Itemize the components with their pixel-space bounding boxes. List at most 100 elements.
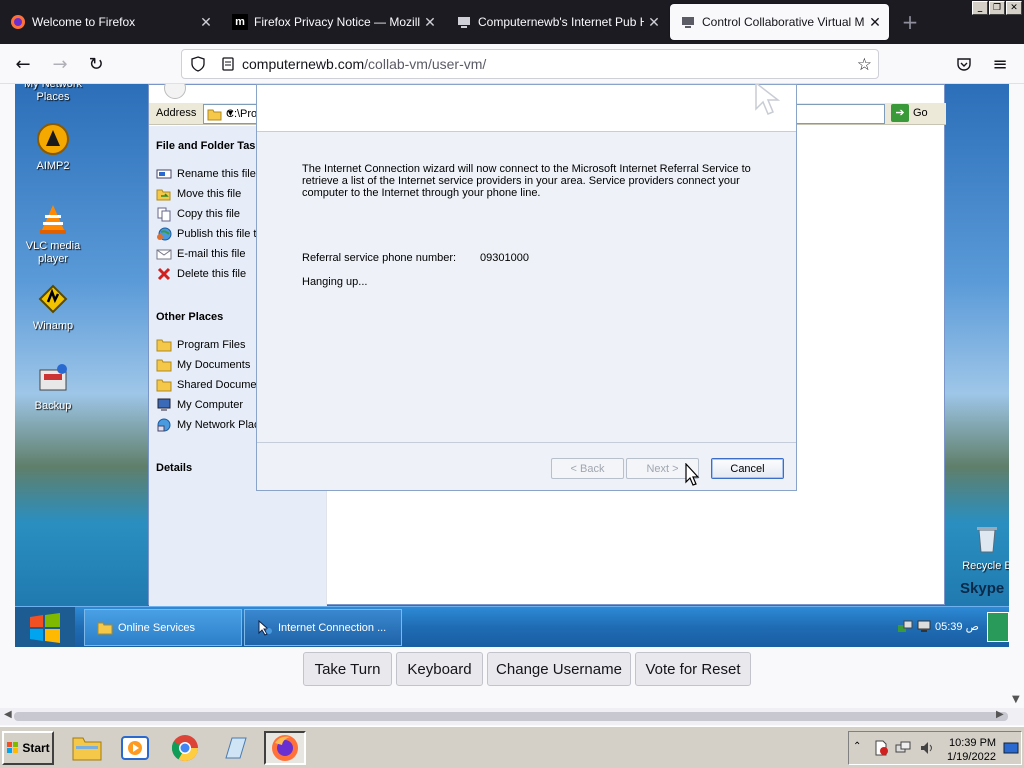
show-hidden-icons-icon[interactable]: ⌃ <box>853 741 861 752</box>
show-desktop-icon[interactable] <box>1003 740 1019 756</box>
url-host: computernewb.com <box>242 56 365 72</box>
host-clock-date: 1/19/2022 <box>947 751 996 763</box>
back-arrow-icon[interactable]: ← <box>11 52 35 76</box>
restore-button[interactable]: ❐ <box>989 1 1005 15</box>
scroll-right-arrow-icon[interactable]: ▶ <box>996 709 1004 720</box>
display-tray-icon[interactable] <box>917 619 931 633</box>
close-icon[interactable]: ✕ <box>644 14 664 31</box>
scroll-down-arrow-icon[interactable]: ▼ <box>1012 694 1020 705</box>
bookmark-star-icon[interactable]: ☆ <box>857 55 872 75</box>
desktop-icon-vlc[interactable]: VLC media player <box>15 202 91 266</box>
url-bar[interactable]: computernewb.com/collab-vm/user-vm/ ☆ <box>181 49 879 79</box>
shield-icon[interactable] <box>190 56 206 72</box>
vm-screen[interactable]: My Network Places AIMP2 VLC media player… <box>15 84 1009 647</box>
close-icon[interactable]: ✕ <box>196 14 216 31</box>
close-icon[interactable]: ✕ <box>865 14 885 31</box>
dialog-separator <box>257 442 796 443</box>
forward-arrow-icon[interactable]: → <box>48 52 72 76</box>
pocket-icon[interactable] <box>952 52 976 76</box>
folder-icon <box>156 379 172 392</box>
notepad-icon[interactable] <box>214 731 256 765</box>
aimp-icon <box>37 123 69 155</box>
move-icon <box>156 189 171 201</box>
task-rename-file[interactable]: Rename this file <box>156 166 256 182</box>
firefox-icon <box>10 14 26 30</box>
tab-title: Control Collaborative Virtual Machi <box>702 15 865 29</box>
copy-icon <box>157 207 171 222</box>
media-player-icon[interactable] <box>114 731 156 765</box>
place-my-computer[interactable]: My Computer <box>156 397 243 413</box>
chevron-down-icon[interactable]: ▼ <box>226 108 235 118</box>
host-taskbar: Start ⌃ 10:39 PM 1/19/2022 <box>0 726 1024 768</box>
desktop-icon-backup[interactable]: Backup <box>15 362 91 413</box>
go-arrow-icon: ➔ <box>891 104 909 122</box>
rename-icon <box>156 169 172 179</box>
recycle-bin-icon <box>977 527 997 553</box>
menu-icon[interactable]: ≡ <box>988 52 1012 76</box>
desktop-icon-label: VLC media player <box>25 240 81 265</box>
new-tab-button[interactable]: + <box>898 12 922 32</box>
desktop-icon-aimp2[interactable]: AIMP2 <box>15 122 91 173</box>
minimize-button[interactable]: _ <box>972 1 988 15</box>
windows-logo-icon <box>30 612 60 643</box>
firefox-taskbar-icon[interactable] <box>264 731 306 765</box>
place-my-network-places[interactable]: My Network Plac <box>156 417 260 433</box>
go-button[interactable]: ➔ Go <box>891 104 928 122</box>
task-publish-file[interactable]: Publish this file t <box>156 226 256 242</box>
take-turn-button[interactable]: Take Turn <box>303 652 392 686</box>
page-info-icon[interactable] <box>220 56 236 72</box>
scrollbar-thumb[interactable] <box>14 712 1008 721</box>
back-nav-icon[interactable] <box>164 84 186 99</box>
close-icon[interactable]: ✕ <box>420 14 440 31</box>
skype-icon[interactable]: Skype <box>960 580 1004 597</box>
task-delete-file[interactable]: Delete this file <box>156 266 246 282</box>
desktop-icon-recycle-bin[interactable]: Recycle B <box>949 522 1009 573</box>
place-my-documents[interactable]: My Documents <box>156 357 250 373</box>
task-move-file[interactable]: Move this file <box>156 186 241 202</box>
change-username-button[interactable]: Change Username <box>487 652 631 686</box>
phone-number-label: Referral service phone number: <box>302 252 457 264</box>
url-path: /collab-vm/user-vm/ <box>364 56 487 72</box>
desktop-icon-network-places[interactable]: My Network Places <box>15 84 91 104</box>
tab-collab-vm[interactable]: Control Collaborative Virtual Machi ✕ <box>670 4 889 40</box>
close-button[interactable]: ✕ <box>1006 1 1022 15</box>
place-program-files[interactable]: Program Files <box>156 337 245 353</box>
system-tray: ⌃ 10:39 PM 1/19/2022 <box>848 731 1022 765</box>
vm-task-online-services[interactable]: Online Services <box>84 609 242 646</box>
vote-for-reset-button[interactable]: Vote for Reset <box>635 652 751 686</box>
vm-start-button[interactable] <box>15 607 75 647</box>
back-button[interactable]: < Back <box>551 458 624 479</box>
task-email-file[interactable]: E-mail this file <box>156 246 245 262</box>
user-avatar-icon[interactable] <box>987 612 1009 642</box>
network-icon[interactable] <box>895 740 911 756</box>
cancel-button[interactable]: Cancel <box>711 458 784 479</box>
start-button[interactable]: Start <box>2 731 54 765</box>
computer-icon <box>157 398 171 411</box>
horizontal-scrollbar[interactable]: ◀ ▶ <box>0 708 1024 725</box>
tab-welcome-firefox[interactable]: Welcome to Firefox ✕ <box>0 0 220 44</box>
volume-icon[interactable] <box>919 740 935 756</box>
desktop-icon-winamp[interactable]: Winamp <box>15 282 91 333</box>
reload-icon[interactable]: ↻ <box>84 52 108 76</box>
other-places-heading: Other Places <box>156 311 224 323</box>
window-controls: _ ❐ ✕ <box>972 1 1022 15</box>
network-tray-icon[interactable] <box>897 619 913 635</box>
backup-icon <box>39 364 67 391</box>
file-explorer-icon[interactable] <box>66 731 108 765</box>
tab-privacy-notice[interactable]: m Firefox Privacy Notice — Mozilla ✕ <box>222 0 444 44</box>
connection-status: Hanging up... <box>302 276 368 288</box>
tab-internet-pub-hub[interactable]: Computernewb's Internet Pub Hub ✕ <box>446 0 668 44</box>
folder-icon <box>156 339 172 352</box>
vm-task-internet-connection[interactable]: Internet Connection ... <box>244 609 402 646</box>
place-shared-documents[interactable]: Shared Documer <box>156 377 260 393</box>
keyboard-button[interactable]: Keyboard <box>396 652 483 686</box>
chrome-icon[interactable] <box>164 731 206 765</box>
email-icon <box>156 249 172 260</box>
task-copy-file[interactable]: Copy this file <box>156 206 240 222</box>
details-heading: Details <box>156 462 193 474</box>
browser-tab-bar: Welcome to Firefox ✕ m Firefox Privacy N… <box>0 0 1024 44</box>
mouse-cursor-icon <box>685 463 700 486</box>
action-center-icon[interactable] <box>873 740 889 756</box>
wizard-pointer-graphic <box>755 84 781 115</box>
scroll-left-arrow-icon[interactable]: ◀ <box>4 709 12 720</box>
